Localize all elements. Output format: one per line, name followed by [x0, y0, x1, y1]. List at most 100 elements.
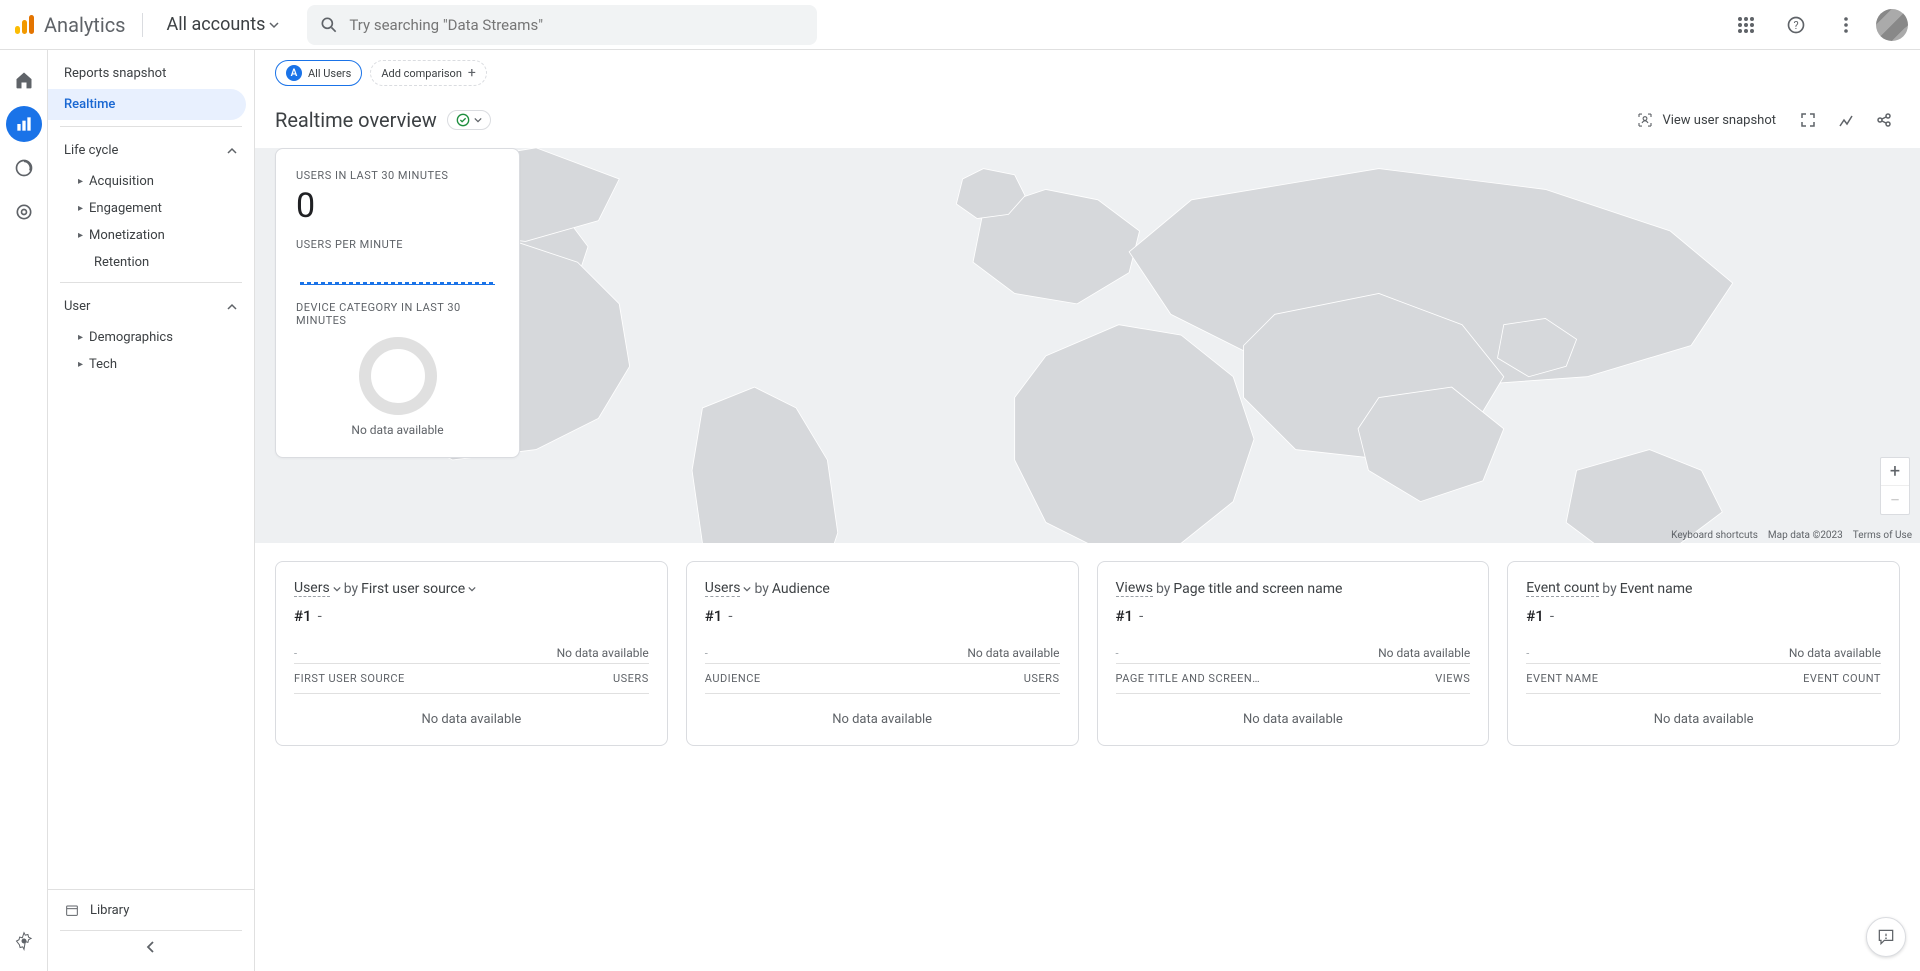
search-input[interactable] — [349, 16, 805, 34]
sidebar-sub-tech[interactable]: ▸ Tech — [48, 351, 254, 378]
comparison-bar: A All Users Add comparison + — [255, 50, 1920, 96]
search-box[interactable] — [307, 5, 817, 45]
device-category-label: DEVICE CATEGORY IN LAST 30 MINUTES — [296, 301, 499, 327]
sidebar-section-user[interactable]: User — [48, 289, 254, 324]
col2: EVENT COUNT — [1803, 672, 1881, 685]
reports-icon — [14, 114, 34, 134]
map-terms-link[interactable]: Terms of Use — [1853, 530, 1912, 541]
map-zoom-in[interactable]: + — [1881, 458, 1909, 486]
no-data-label: No data available — [296, 423, 499, 437]
explore-icon — [14, 158, 34, 178]
sidebar-sub-label: Acquisition — [89, 174, 154, 189]
metric-cards-row: Users by First user source#1--No data av… — [255, 561, 1920, 766]
card-table-nodata: No data available — [294, 694, 649, 727]
caret-right-icon: ▸ — [78, 359, 83, 370]
card-table-header: AUDIENCEUSERS — [705, 663, 1060, 694]
home-icon — [14, 70, 34, 90]
product-logo[interactable]: Analytics — [12, 13, 126, 37]
map-zoom-control: + − — [1880, 457, 1910, 515]
sidebar-library[interactable]: Library — [48, 889, 254, 930]
help-button[interactable]: ? — [1776, 5, 1816, 45]
card-table-nodata: No data available — [1116, 694, 1471, 727]
audience-badge-icon: A — [286, 65, 302, 81]
map-zoom-out[interactable]: − — [1881, 486, 1909, 514]
sidebar-sub-label: Monetization — [89, 228, 165, 243]
card-dimension[interactable]: First user source — [361, 581, 465, 597]
card-metric[interactable]: Users — [705, 580, 741, 597]
user-focus-icon — [1636, 111, 1654, 129]
sidebar-sub-acquisition[interactable]: ▸Acquisition — [48, 168, 254, 195]
feedback-icon — [1876, 927, 1896, 947]
chevron-left-icon — [143, 939, 159, 955]
caret-down-icon — [269, 20, 279, 30]
card-metric[interactable]: Users — [294, 580, 330, 597]
sidebar-sub-engagement[interactable]: ▸Engagement — [48, 195, 254, 222]
fullscreen-button[interactable] — [1792, 104, 1824, 136]
more-vert-icon — [1837, 16, 1855, 34]
rail-home[interactable] — [6, 62, 42, 98]
card-by: by — [1602, 581, 1616, 597]
chip-add-comparison[interactable]: Add comparison + — [370, 60, 487, 86]
sidebar-sub-retention[interactable]: Retention — [48, 249, 254, 276]
chip-all-users[interactable]: A All Users — [275, 60, 362, 86]
sidebar-sub-demographics[interactable]: ▸ Demographics — [48, 324, 254, 351]
card-metric[interactable]: Event count — [1526, 580, 1599, 597]
rail-advertising[interactable] — [6, 194, 42, 230]
map-data-label: Map data ©2023 — [1768, 530, 1843, 541]
sidebar-item-reports-snapshot[interactable]: Reports snapshot — [48, 58, 246, 89]
card-bar: -No data available — [705, 649, 1060, 657]
sidebar-item-realtime[interactable]: Realtime — [48, 89, 246, 120]
divider — [60, 126, 242, 127]
sidebar-sub-monetization[interactable]: ▸Monetization — [48, 222, 254, 249]
rail-admin[interactable] — [6, 923, 42, 959]
sidebar-sub-label: Tech — [89, 357, 117, 372]
metric-card: Users by Audience#1--No data availableAU… — [686, 561, 1079, 746]
caret-right-icon: ▸ — [78, 332, 83, 343]
rail-reports[interactable] — [6, 106, 42, 142]
sidebar-sub-label: Demographics — [89, 330, 173, 345]
more-button[interactable] — [1826, 5, 1866, 45]
account-picker-label: All accounts — [167, 14, 266, 35]
status-chip[interactable] — [447, 110, 491, 130]
user-avatar[interactable] — [1876, 9, 1908, 41]
feedback-button[interactable] — [1866, 917, 1906, 957]
bar-nodata: No data available — [1378, 646, 1470, 660]
metric-card: Users by First user source#1--No data av… — [275, 561, 668, 746]
sidebar-collapse-button[interactable] — [48, 931, 254, 963]
account-picker[interactable]: All accounts — [159, 10, 288, 39]
map-area: + − Keyboard shortcuts Map data ©2023 Te… — [255, 148, 1920, 543]
card-metric[interactable]: Views — [1116, 580, 1154, 597]
caret-down-icon — [474, 116, 482, 124]
view-user-snapshot-button[interactable]: View user snapshot — [1626, 105, 1786, 135]
map-keyboard-link[interactable]: Keyboard shortcuts — [1671, 530, 1758, 541]
chip-label: Add comparison — [381, 67, 462, 80]
section-label: User — [64, 299, 90, 314]
share-button[interactable] — [1868, 104, 1900, 136]
card-table-header: PAGE TITLE AND SCREEN…VIEWS — [1116, 663, 1471, 694]
button-label: View user snapshot — [1662, 113, 1776, 128]
users-last-30-value: 0 — [296, 186, 499, 226]
apps-button[interactable] — [1726, 5, 1766, 45]
insights-icon — [1838, 112, 1854, 128]
users-per-minute-chart — [300, 257, 495, 285]
header-actions: ? — [1726, 5, 1908, 45]
card-title: Views by Page title and screen name — [1116, 580, 1471, 597]
section-label: Life cycle — [64, 143, 118, 158]
users-last-30-label: USERS IN LAST 30 MINUTES — [296, 169, 499, 182]
insights-button[interactable] — [1830, 104, 1862, 136]
card-table-header: FIRST USER SOURCEUSERS — [294, 663, 649, 694]
card-title: Event count by Event name — [1526, 580, 1881, 597]
sidebar-sub-label: Retention — [94, 255, 149, 270]
sidebar-section-life-cycle[interactable]: Life cycle — [48, 133, 254, 168]
device-category-donut — [359, 337, 437, 415]
apps-grid-icon — [1737, 16, 1755, 34]
sidebar-item-label: Realtime — [64, 97, 115, 112]
card-by: by — [1156, 581, 1170, 597]
card-bar: -No data available — [294, 649, 649, 657]
sidebar-sub-label: Engagement — [89, 201, 162, 216]
app-header: Analytics All accounts ? — [0, 0, 1920, 50]
bar-dash: - — [1526, 647, 1529, 660]
bar-nodata: No data available — [967, 646, 1059, 660]
card-title: Users by First user source — [294, 580, 649, 597]
rail-explore[interactable] — [6, 150, 42, 186]
